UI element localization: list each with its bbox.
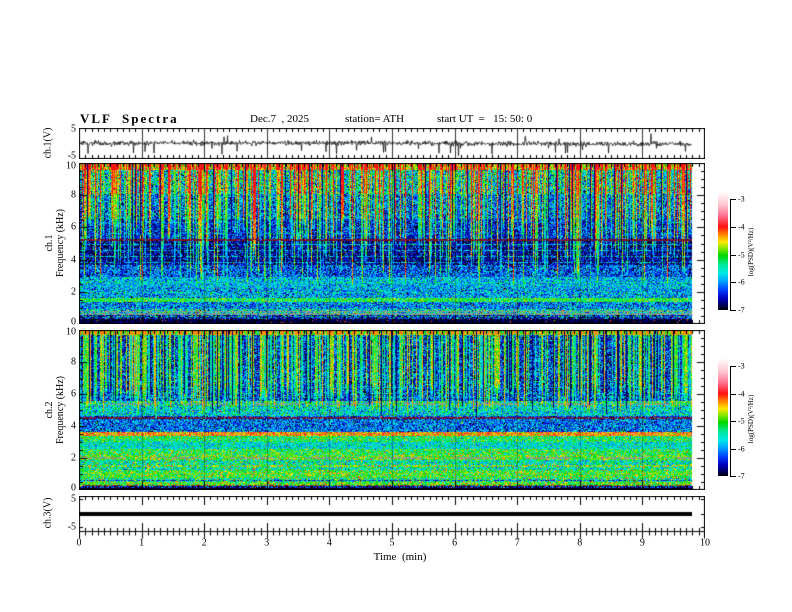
ch2-spec-ytick-label: 2 bbox=[71, 452, 76, 464]
time-axis-tick-label: 2 bbox=[201, 537, 207, 549]
colorbar-tick bbox=[730, 393, 736, 395]
colorbar-tick-label: -6 bbox=[738, 277, 745, 287]
colorbar-tick bbox=[730, 448, 736, 450]
ch2-spec-ylabel: ch.2 Frequency (kHz) bbox=[44, 376, 66, 444]
colorbar-tick-label: -7 bbox=[738, 305, 745, 314]
ch3-wave-ytick-label: -5 bbox=[67, 521, 76, 533]
ch1-spec-ytick-label: 10 bbox=[66, 160, 76, 172]
time-axis-tick-label: 0 bbox=[76, 537, 82, 549]
ch1-spec-ylabel: ch.1 Frequency (kHz) bbox=[44, 209, 66, 277]
colorbar-tick-label: -5 bbox=[738, 416, 745, 426]
ch1-spec-ytick-label: 2 bbox=[71, 286, 76, 298]
ch1-spec-ytick-label: 8 bbox=[71, 189, 76, 201]
ch2-spec-ylabel-line2: Frequency (kHz) bbox=[55, 375, 66, 445]
colorbar-tick bbox=[730, 309, 736, 311]
colorbar-tick bbox=[730, 476, 736, 477]
colorbar-tick bbox=[730, 282, 736, 283]
time-axis-tick-label: 8 bbox=[577, 537, 583, 549]
colorbar-tick bbox=[730, 366, 736, 367]
ch2-spec-ytick-label: 4 bbox=[71, 420, 76, 432]
time-axis-tick-label: 6 bbox=[452, 537, 458, 549]
figure-title: VLF Spectra bbox=[80, 111, 179, 126]
ch2-spec-ytick-label: 6 bbox=[71, 388, 76, 400]
time-axis-tick-label: 10 bbox=[700, 537, 710, 549]
time-axis-tick-label: 5 bbox=[389, 537, 395, 549]
ch2-spec-ytick-label: 8 bbox=[71, 356, 76, 368]
station-label: station= ATH bbox=[345, 113, 405, 125]
ch2-spec-ytick-label: 0 bbox=[71, 482, 76, 494]
colorbar-tick-label: -4 bbox=[738, 389, 745, 398]
colorbar-tick bbox=[730, 227, 736, 228]
ch1-wave-ytick-label: 5 bbox=[71, 123, 76, 135]
colorbar-ch1-label: log(PSD)(V²/Hz) bbox=[747, 227, 755, 277]
time-axis-label: Time (min) bbox=[373, 551, 427, 563]
ch3-wave-ylabel: ch.3(V) bbox=[42, 497, 54, 529]
colorbar-tick bbox=[730, 254, 736, 256]
colorbar-tick-label: -5 bbox=[738, 250, 745, 259]
date-label: Dec.7 , 2025 bbox=[250, 113, 309, 125]
colorbar-tick-label: -7 bbox=[738, 471, 745, 481]
time-axis-tick-label: 1 bbox=[139, 537, 145, 549]
colorbar-tick bbox=[730, 199, 736, 200]
colorbar-ch1 bbox=[718, 191, 728, 310]
colorbar-ch2 bbox=[718, 358, 728, 476]
time-axis-tick-label: 3 bbox=[264, 537, 270, 549]
ch2-spec-ylabel-line1: ch.2 bbox=[44, 401, 55, 419]
ch1-spec-ytick-label: 6 bbox=[71, 221, 76, 233]
colorbar-tick-label: -3 bbox=[738, 194, 745, 204]
ch3-wave-ytick-label: 5 bbox=[71, 493, 76, 505]
ch3-waveform-plot bbox=[79, 496, 705, 540]
ch1-spec-ytick-label: 4 bbox=[71, 254, 76, 266]
time-axis-tick-label: 9 bbox=[639, 537, 645, 549]
ch1-waveform-plot bbox=[79, 128, 705, 159]
time-axis-tick-label: 4 bbox=[326, 537, 332, 549]
colorbar-tick-label: -4 bbox=[738, 222, 745, 232]
colorbar-tick bbox=[730, 421, 736, 422]
start-ut-label: start UT = 15: 50: 0 bbox=[437, 113, 533, 125]
ch2-spec-ytick-label: 10 bbox=[66, 326, 76, 338]
colorbar-ch2-label: log(PSD)(V²/Hz) bbox=[747, 394, 755, 444]
colorbar-tick-label: -6 bbox=[738, 444, 745, 453]
ch1-spec-ylabel-line1: ch.1 bbox=[44, 234, 55, 252]
vlf-spectra-figure: VLF Spectra Dec.7 , 2025 station= ATH st… bbox=[0, 0, 792, 612]
ch2-spectrogram bbox=[79, 330, 705, 490]
time-axis-tick-label: 7 bbox=[514, 537, 520, 549]
ch1-spectrogram bbox=[79, 163, 705, 324]
ch1-spec-ylabel-line2: Frequency (kHz) bbox=[55, 208, 66, 278]
colorbar-tick-label: -3 bbox=[738, 361, 745, 371]
ch1-wave-ylabel: ch.1(V) bbox=[42, 127, 54, 159]
